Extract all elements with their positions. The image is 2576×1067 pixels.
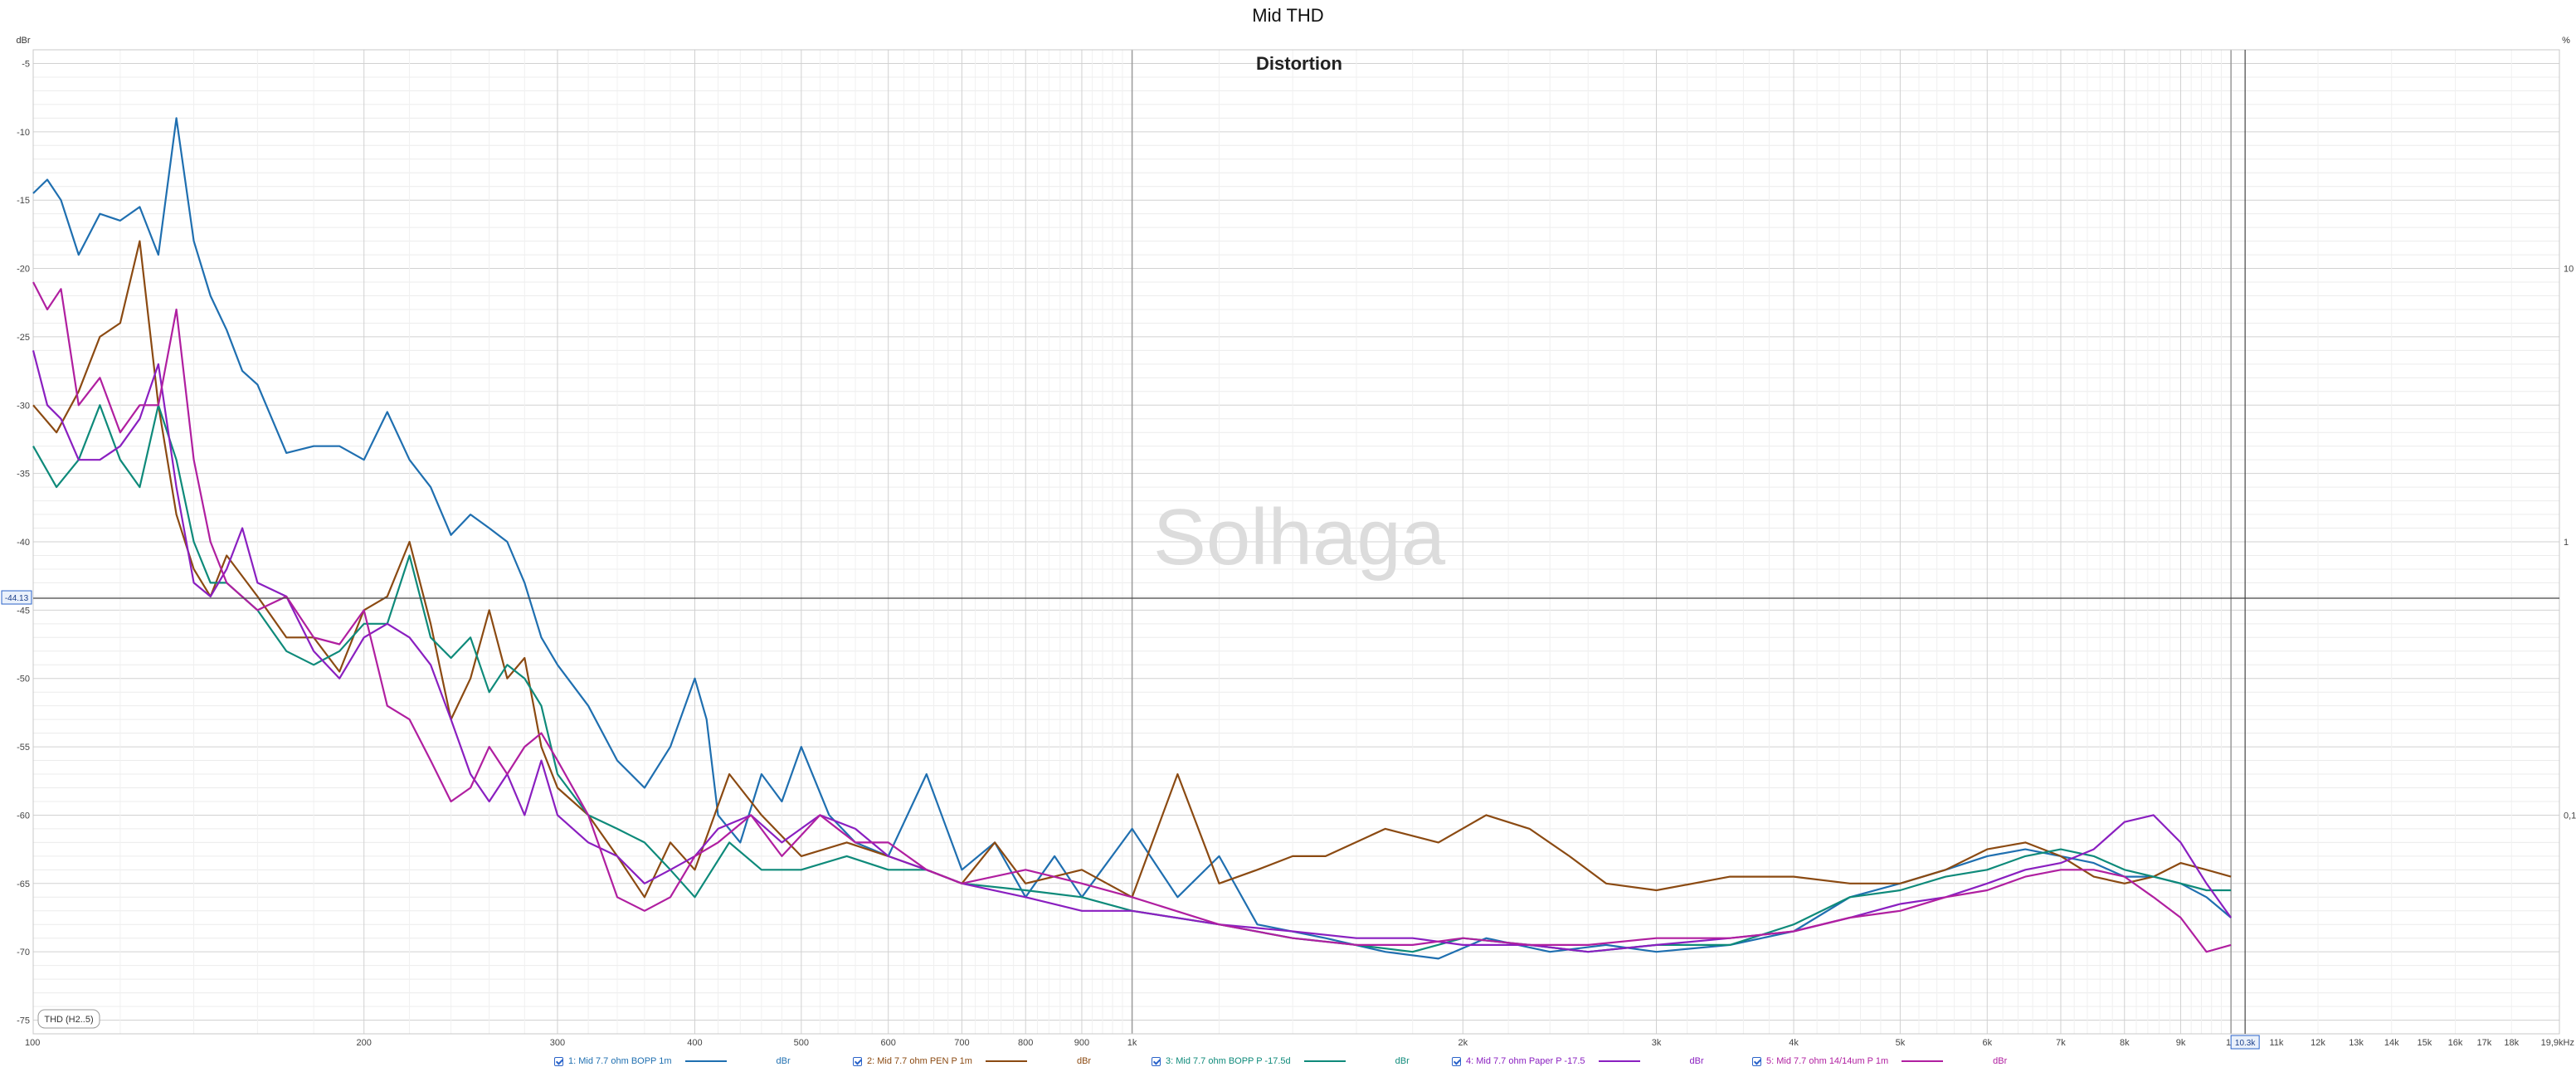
watermark: Solhaga	[1153, 493, 1446, 582]
legend-label: 2: Mid 7.7 ohm PEN P 1m	[867, 1056, 972, 1066]
x-tick-label: 400	[687, 1038, 702, 1048]
y-tick-label: -45	[17, 606, 30, 616]
y-tick-label: -75	[17, 1016, 30, 1026]
x-tick-label: 100	[25, 1038, 40, 1048]
y2-axis-unit-label: %	[2562, 36, 2570, 46]
legend-swatch	[1902, 1060, 1944, 1062]
x-tick-label: 14k	[2384, 1038, 2399, 1048]
legend-unit: dBr	[1689, 1056, 1704, 1066]
y2-tick-label: 10	[2564, 265, 2574, 275]
x-tick-label: 6k	[1982, 1038, 1992, 1048]
x-tick-label: 300	[550, 1038, 565, 1048]
legend-checkbox[interactable]	[554, 1056, 563, 1066]
y-tick-label: -25	[17, 333, 30, 343]
x-tick-label: 700	[954, 1038, 969, 1048]
trace-label: THD (H2..5)	[44, 1015, 93, 1025]
chart-title: Distortion	[1256, 53, 1342, 74]
y-tick-label: -65	[17, 879, 30, 889]
x-tick-label: 16k	[2448, 1038, 2463, 1048]
y-tick-label: -15	[17, 196, 30, 206]
legend-unit: dBr	[776, 1056, 791, 1066]
cursor-x-readout: 10.3k	[2235, 1039, 2256, 1048]
y-axis-unit-label: dBr	[16, 36, 30, 46]
y-tick-label: -55	[17, 743, 30, 753]
x-tick-label: 15k	[2418, 1038, 2432, 1048]
x-tick-label: 13k	[2349, 1038, 2364, 1048]
y-tick-label: -60	[17, 811, 30, 821]
legend-checkbox[interactable]	[1152, 1056, 1161, 1066]
legend-unit: dBr	[1395, 1056, 1410, 1066]
x-tick-label: 11k	[2270, 1038, 2284, 1048]
legend-swatch	[1303, 1060, 1346, 1062]
x-tick-label: 800	[1018, 1038, 1033, 1048]
legend-label: 3: Mid 7.7 ohm BOPP P -17.5d	[1166, 1056, 1291, 1066]
y-tick-label: -30	[17, 401, 30, 411]
cursor-y-readout: -44.13	[5, 594, 29, 603]
x-tick-label: 1k	[1127, 1038, 1137, 1048]
x-tick-label: 7k	[2056, 1038, 2066, 1048]
legend-item-5[interactable]: 5: Mid 7.7 ohm 14/14um P 1m dBr	[1752, 1055, 2007, 1067]
x-tick-label: 17k	[2477, 1038, 2492, 1048]
x-tick-label: 5k	[1896, 1038, 1906, 1048]
x-tick-label: 12k	[2311, 1038, 2325, 1048]
legend-item-3[interactable]: 3: Mid 7.7 ohm BOPP P -17.5d dBr	[1152, 1055, 1410, 1067]
y-tick-label: -10	[17, 128, 30, 138]
legend-checkbox[interactable]	[853, 1056, 862, 1066]
x-tick-label: 19,9kHz	[2541, 1038, 2574, 1048]
x-tick-label: 600	[881, 1038, 896, 1048]
x-tick-label: 9k	[2176, 1038, 2186, 1048]
x-tick-label: 2k	[1458, 1038, 1468, 1048]
distortion-chart[interactable]: Solhaga Distortion dBr % -5 -10 -15 -20 -25 -30…	[0, 0, 2576, 1067]
legend-checkbox[interactable]	[1452, 1056, 1461, 1066]
y-tick-label: -40	[17, 538, 30, 548]
y-tick-label: -50	[17, 675, 30, 685]
legend-checkbox[interactable]	[1752, 1056, 1761, 1066]
y-tick-label: -5	[22, 59, 30, 69]
legend-label: 1: Mid 7.7 ohm BOPP 1m	[568, 1056, 672, 1066]
trace-label-box[interactable]: THD (H2..5)	[37, 1009, 100, 1029]
legend-label: 5: Mid 7.7 ohm 14/14um P 1m	[1766, 1056, 1889, 1066]
legend-item-1[interactable]: 1: Mid 7.7 ohm BOPP 1m dBr	[554, 1055, 791, 1067]
legend-swatch	[684, 1060, 727, 1062]
x-tick-label: 200	[357, 1038, 372, 1048]
legend-swatch	[1598, 1060, 1640, 1062]
y2-tick-label: 1	[2564, 538, 2569, 548]
x-tick-label: 3k	[1652, 1038, 1662, 1048]
x-tick-label: 18k	[2504, 1038, 2519, 1048]
legend-swatch	[985, 1060, 1027, 1062]
legend-unit: dBr	[1993, 1056, 2008, 1066]
y-tick-label: -70	[17, 948, 30, 957]
y-tick-label: -20	[17, 265, 30, 275]
legend-label: 4: Mid 7.7 ohm Paper P -17.5	[1466, 1056, 1585, 1066]
x-tick-label: 500	[794, 1038, 809, 1048]
y-tick-label: -35	[17, 470, 30, 480]
x-tick-label: 8k	[2120, 1038, 2130, 1048]
x-tick-label: 4k	[1789, 1038, 1799, 1048]
legend-item-2[interactable]: 2: Mid 7.7 ohm PEN P 1m dBr	[853, 1055, 1091, 1067]
legend-unit: dBr	[1076, 1056, 1092, 1066]
legend-item-4[interactable]: 4: Mid 7.7 ohm Paper P -17.5 dBr	[1452, 1055, 1704, 1067]
legend: 1: Mid 7.7 ohm BOPP 1m dBr 2: Mid 7.7 ohm …	[0, 1055, 2576, 1067]
y2-tick-label: 0,1	[2564, 811, 2576, 821]
x-tick-label: 900	[1074, 1038, 1089, 1048]
